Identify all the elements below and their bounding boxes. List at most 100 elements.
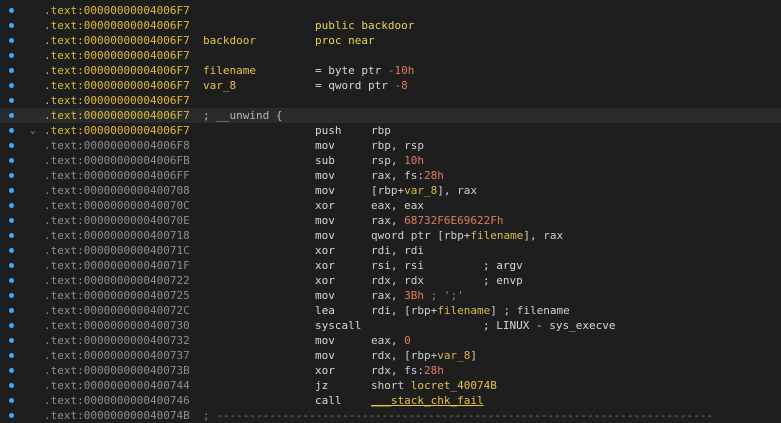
- address[interactable]: .text:00000000004006F7: [44, 93, 190, 108]
- breakpoint-dot-icon[interactable]: [9, 128, 14, 133]
- code-line[interactable]: .text:00000000004006F7: [0, 3, 781, 18]
- code-line[interactable]: .text:0000000000400732 mov eax, 0: [0, 333, 781, 348]
- mnemonic[interactable]: lea: [315, 303, 335, 318]
- address[interactable]: .text:0000000000400746: [44, 393, 190, 408]
- address[interactable]: .text:00000000004006F7: [44, 78, 190, 93]
- breakpoint-dot-icon[interactable]: [9, 353, 14, 358]
- code-line[interactable]: .text:0000000000400725 mov rax, 3Bh ; ';': [0, 288, 781, 303]
- mnemonic[interactable]: mov: [315, 348, 335, 363]
- address[interactable]: .text:00000000004006F7: [44, 108, 190, 123]
- mnemonic[interactable]: xor: [315, 273, 335, 288]
- breakpoint-dot-icon[interactable]: [9, 278, 14, 283]
- address[interactable]: .text:000000000040072C: [44, 303, 190, 318]
- address[interactable]: .text:00000000004006F7: [44, 33, 190, 48]
- breakpoint-dot-icon[interactable]: [9, 8, 14, 13]
- breakpoint-dot-icon[interactable]: [9, 188, 14, 193]
- mnemonic[interactable]: push: [315, 123, 342, 138]
- address[interactable]: .text:000000000040070C: [44, 198, 190, 213]
- address[interactable]: .text:000000000040074B: [44, 408, 190, 423]
- breakpoint-dot-icon[interactable]: [9, 248, 14, 253]
- code-line[interactable]: .text:000000000040073B xor rdx, fs:28h: [0, 363, 781, 378]
- operands[interactable]: rbp, rsp: [371, 138, 424, 153]
- address[interactable]: .text:00000000004006F7: [44, 123, 190, 138]
- breakpoint-dot-icon[interactable]: [9, 158, 14, 163]
- breakpoint-dot-icon[interactable]: [9, 38, 14, 43]
- mnemonic[interactable]: xor: [315, 243, 335, 258]
- address[interactable]: .text:0000000000400732: [44, 333, 190, 348]
- code-line[interactable]: .text:00000000004006FF mov rax, fs:28h: [0, 168, 781, 183]
- breakpoint-dot-icon[interactable]: [9, 143, 14, 148]
- code-line[interactable]: .text:00000000004006F8 mov rbp, rsp: [0, 138, 781, 153]
- operands[interactable]: rax, 3Bh ; ';': [371, 288, 464, 303]
- symbol-label[interactable]: backdoor: [203, 33, 256, 48]
- operands[interactable]: rdx, rdx: [371, 273, 424, 288]
- code-line[interactable]: .text:00000000004006F7: [0, 48, 781, 63]
- code-line[interactable]: .text:000000000040074B ; ----------------…: [0, 408, 781, 423]
- breakpoint-dot-icon[interactable]: [9, 83, 14, 88]
- address[interactable]: .text:00000000004006F7: [44, 63, 190, 78]
- mnemonic[interactable]: mov: [315, 183, 335, 198]
- operands[interactable]: [rbp+var_8], rax: [371, 183, 477, 198]
- address[interactable]: .text:00000000004006F7: [44, 3, 190, 18]
- disassembly-listing[interactable]: .text:00000000004006F7 .text:000000000040…: [0, 3, 781, 423]
- address[interactable]: .text:0000000000400737: [44, 348, 190, 363]
- operands[interactable]: rdx, fs:28h: [371, 363, 444, 378]
- operands[interactable]: rdi, [rbp+filename] ; filename: [371, 303, 570, 318]
- operands[interactable]: short locret_40074B: [371, 378, 497, 393]
- address[interactable]: .text:0000000000400708: [44, 183, 190, 198]
- code-line[interactable]: .text:00000000004006F7 public backdoor: [0, 18, 781, 33]
- address[interactable]: .text:00000000004006FB: [44, 153, 190, 168]
- mnemonic[interactable]: mov: [315, 213, 335, 228]
- operands[interactable]: qword ptr [rbp+filename], rax: [371, 228, 563, 243]
- address[interactable]: .text:000000000040073B: [44, 363, 190, 378]
- breakpoint-dot-icon[interactable]: [9, 233, 14, 238]
- breakpoint-dot-icon[interactable]: [9, 308, 14, 313]
- operands[interactable]: rax, 68732F6E69622Fh: [371, 213, 503, 228]
- breakpoint-dot-icon[interactable]: [9, 413, 14, 418]
- code-line[interactable]: .text:0000000000400722 xor rdx, rdx ; envp: [0, 273, 781, 288]
- code-line[interactable]: .text:00000000004006F7: [0, 93, 781, 108]
- breakpoint-dot-icon[interactable]: [9, 113, 14, 118]
- code-line[interactable]: .text:00000000004006F7 var_8 = qword ptr -…: [0, 78, 781, 93]
- breakpoint-dot-icon[interactable]: [9, 293, 14, 298]
- operands[interactable]: rdx, [rbp+var_8]: [371, 348, 477, 363]
- breakpoint-dot-icon[interactable]: [9, 53, 14, 58]
- symbol-label[interactable]: var_8: [203, 78, 236, 93]
- breakpoint-dot-icon[interactable]: [9, 98, 14, 103]
- address[interactable]: .text:0000000000400722: [44, 273, 190, 288]
- mnemonic[interactable]: xor: [315, 198, 335, 213]
- mnemonic[interactable]: xor: [315, 258, 335, 273]
- code-line[interactable]: ⌄ .text:00000000004006F7 push rbp: [0, 123, 781, 138]
- code-line[interactable]: .text:00000000004006FB sub rsp, 10h: [0, 153, 781, 168]
- breakpoint-dot-icon[interactable]: [9, 68, 14, 73]
- breakpoint-dot-icon[interactable]: [9, 338, 14, 343]
- address[interactable]: .text:000000000040070E: [44, 213, 190, 228]
- address[interactable]: .text:0000000000400730: [44, 318, 190, 333]
- operands[interactable]: rsi, rsi: [371, 258, 424, 273]
- mnemonic[interactable]: mov: [315, 168, 335, 183]
- operands[interactable]: rax, fs:28h: [371, 168, 444, 183]
- breakpoint-dot-icon[interactable]: [9, 383, 14, 388]
- address[interactable]: .text:00000000004006F8: [44, 138, 190, 153]
- address[interactable]: .text:000000000040071F: [44, 258, 190, 273]
- address[interactable]: .text:0000000000400744: [44, 378, 190, 393]
- mnemonic[interactable]: mov: [315, 288, 335, 303]
- code-line[interactable]: .text:000000000040071F xor rsi, rsi ; argv: [0, 258, 781, 273]
- mnemonic[interactable]: syscall: [315, 318, 361, 333]
- code-line[interactable]: .text:0000000000400718 mov qword ptr [rbp+…: [0, 228, 781, 243]
- address[interactable]: .text:0000000000400718: [44, 228, 190, 243]
- breakpoint-dot-icon[interactable]: [9, 218, 14, 223]
- address[interactable]: .text:000000000040071C: [44, 243, 190, 258]
- mnemonic[interactable]: sub: [315, 153, 335, 168]
- breakpoint-dot-icon[interactable]: [9, 398, 14, 403]
- mnemonic[interactable]: xor: [315, 363, 335, 378]
- code-line[interactable]: .text:000000000040071C xor rdi, rdi: [0, 243, 781, 258]
- code-line[interactable]: .text:00000000004006F7 ; __unwind {: [0, 108, 781, 123]
- mnemonic[interactable]: call: [315, 393, 342, 408]
- address[interactable]: .text:0000000000400725: [44, 288, 190, 303]
- code-line[interactable]: .text:0000000000400730 syscall ; LINUX - s…: [0, 318, 781, 333]
- code-line[interactable]: .text:0000000000400744 jz short locret_400…: [0, 378, 781, 393]
- breakpoint-dot-icon[interactable]: [9, 203, 14, 208]
- operands[interactable]: eax, 0: [371, 333, 411, 348]
- code-line[interactable]: .text:00000000004006F7 filename = byte ptr…: [0, 63, 781, 78]
